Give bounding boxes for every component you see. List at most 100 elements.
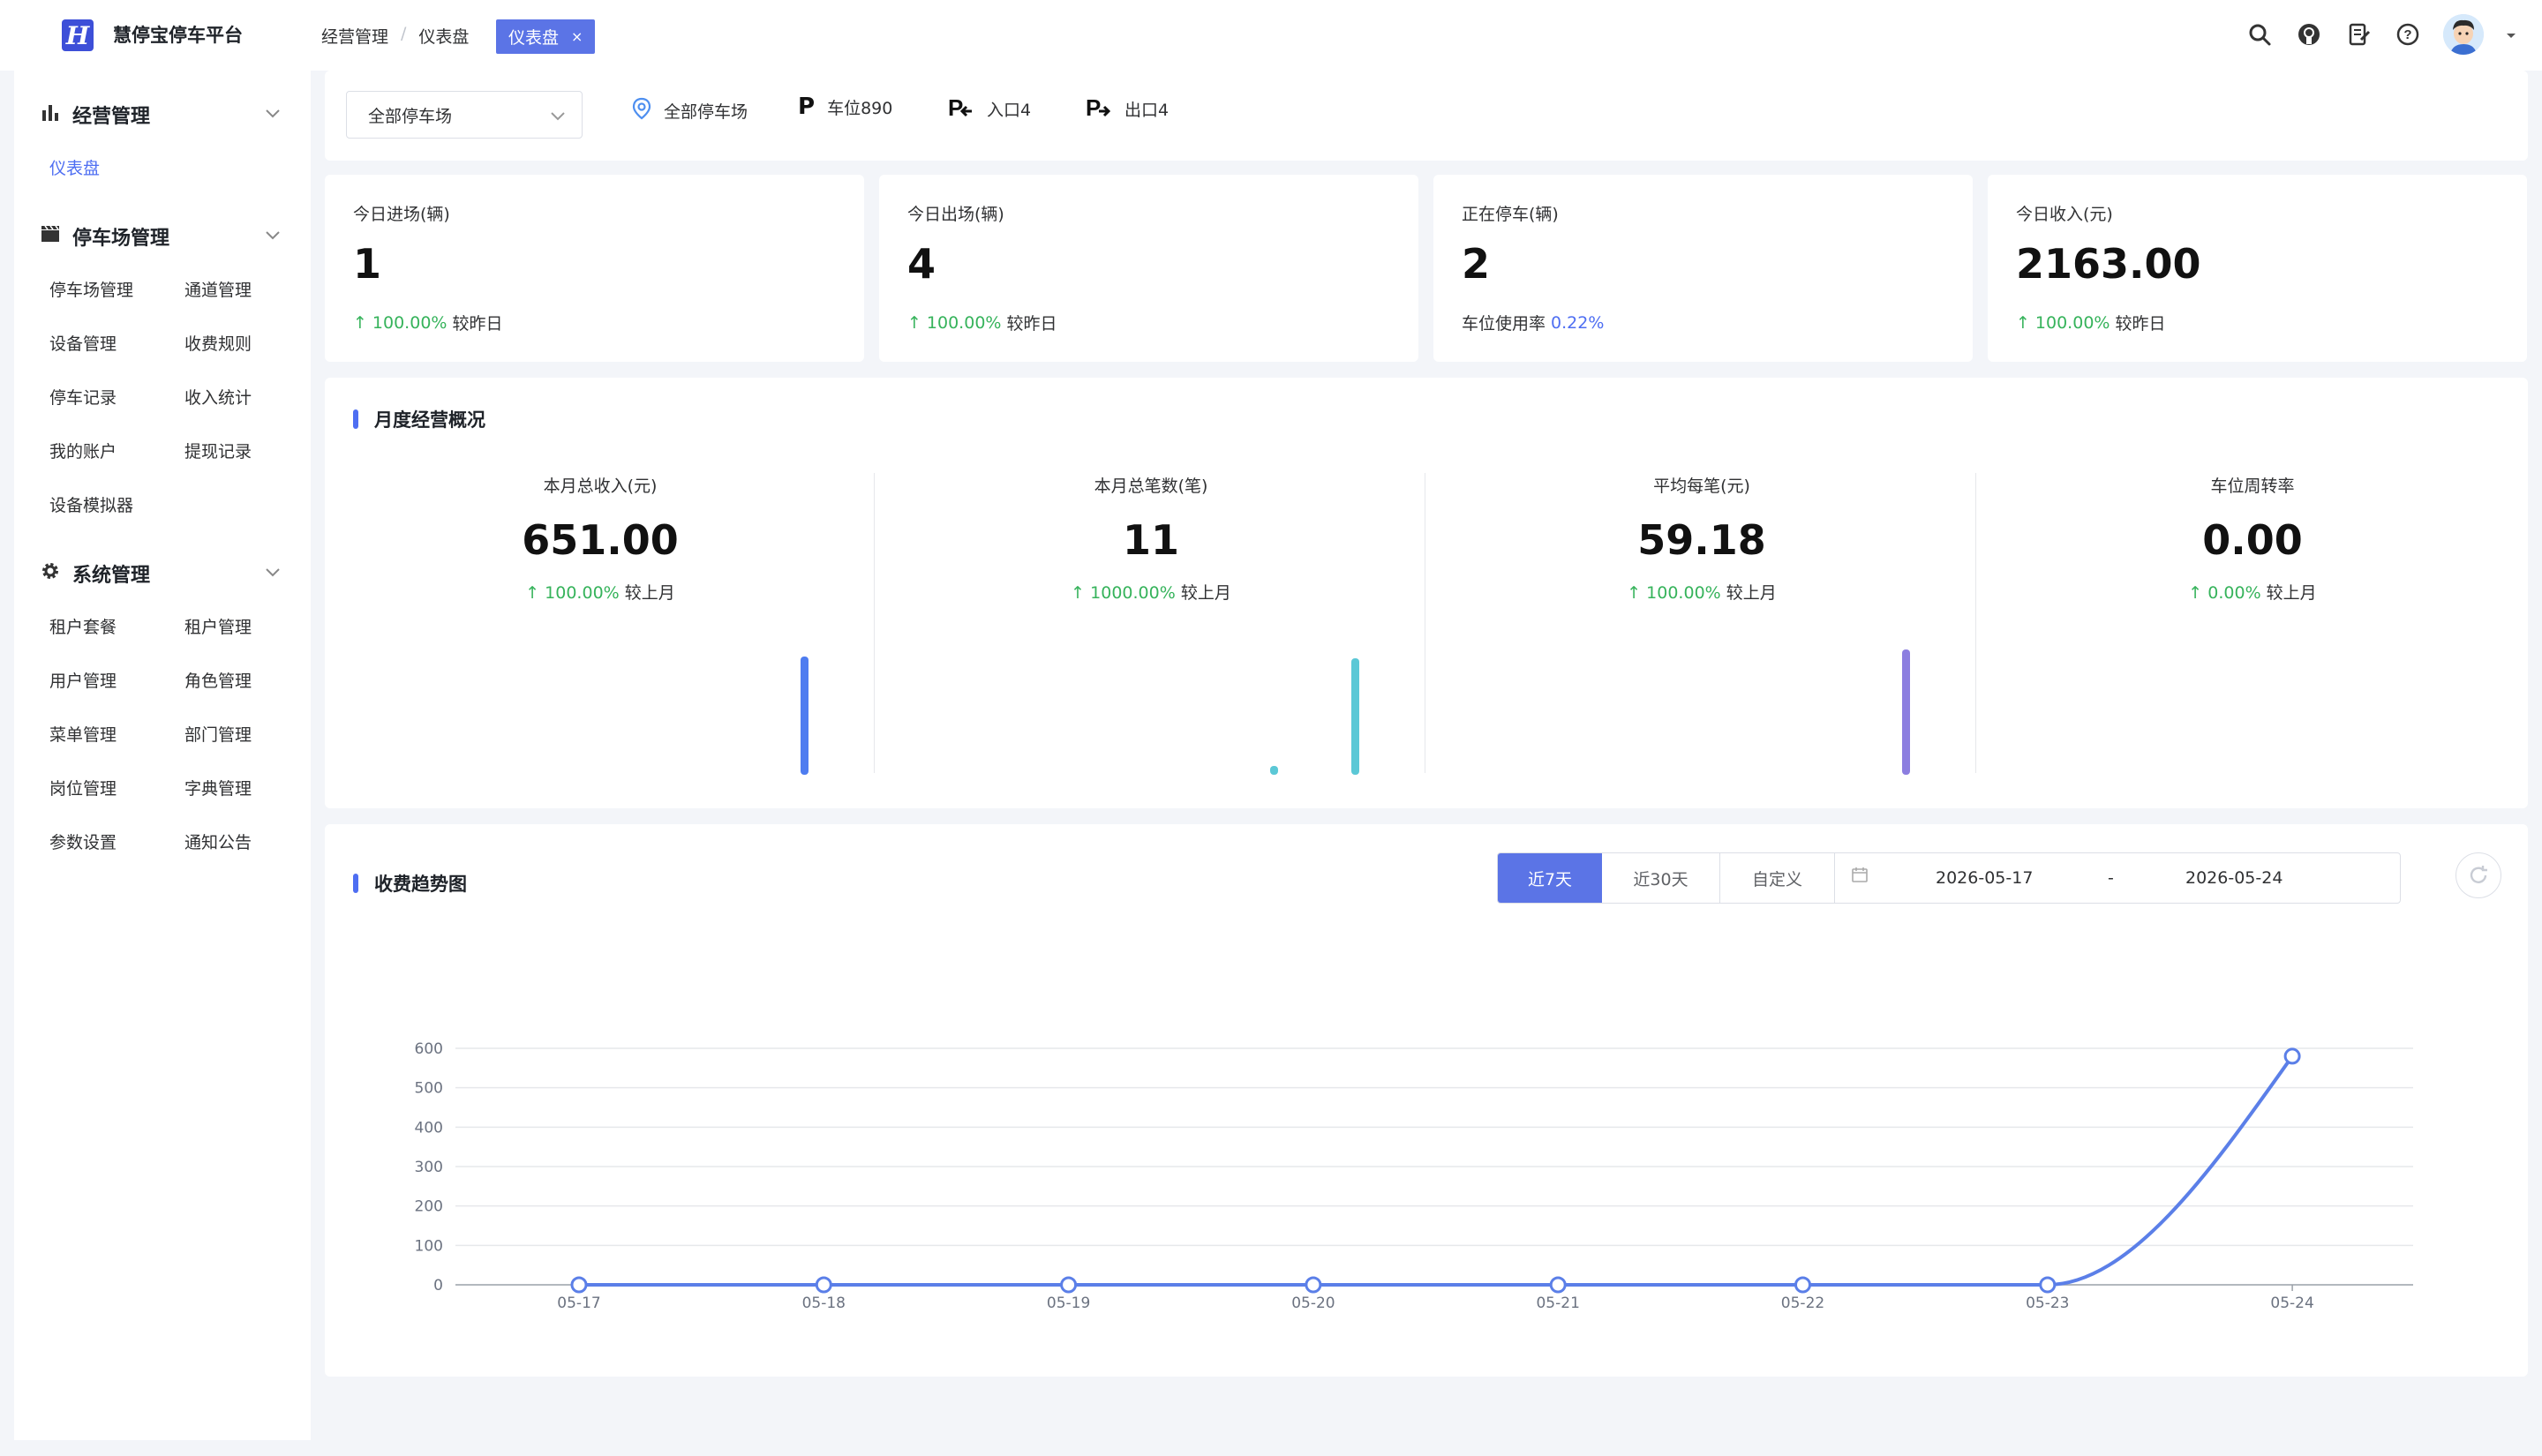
- breadcrumb-separator: /: [401, 24, 407, 43]
- gear-icon: [41, 561, 60, 586]
- app-logo-icon[interactable]: H: [62, 19, 94, 51]
- data-point: [1305, 1276, 1322, 1294]
- sparkline-bar-count: [1351, 658, 1359, 775]
- range-30days-button[interactable]: 近30天: [1602, 853, 1720, 903]
- metric-pct: 0.00%: [2207, 583, 2261, 603]
- stat-label: 今日出场(辆): [907, 205, 1004, 224]
- sidebar: 经营管理 仪表盘 停车场管理 停车场管理 通道管理 设备管理 收费规则 停车记录…: [14, 71, 311, 1440]
- sidebar-item-parking-lot[interactable]: 停车场管理: [49, 277, 133, 301]
- sidebar-item-post-management[interactable]: 岗位管理: [49, 776, 117, 799]
- metric-pct: 100.00%: [545, 583, 620, 603]
- sidebar-item-notices[interactable]: 通知公告: [184, 829, 252, 853]
- metric-label: 平均每笔(元): [1653, 477, 1750, 496]
- stat-suffix: 较昨日: [2115, 314, 2166, 334]
- metric-label: 本月总笔数(笔): [1094, 477, 1208, 496]
- x-tick-label: 05-20: [1291, 1295, 1335, 1312]
- x-tick-label: 05-18: [802, 1295, 846, 1312]
- column-divider: [874, 473, 875, 773]
- sidebar-item-tenant-management[interactable]: 租户管理: [184, 614, 252, 638]
- sidebar-item-dict-management[interactable]: 字典管理: [184, 776, 252, 799]
- range-7days-button[interactable]: 近7天: [1498, 853, 1602, 903]
- sidebar-item-dashboard[interactable]: 仪表盘: [49, 155, 100, 179]
- series-line: [579, 1054, 2294, 1287]
- breadcrumb-item-operations[interactable]: 经营管理: [321, 24, 388, 48]
- search-icon[interactable]: [2245, 20, 2274, 49]
- stat-value: 4: [907, 240, 936, 288]
- sidebar-item-fee-rules[interactable]: 收费规则: [184, 331, 252, 355]
- x-tick-label: 05-19: [1047, 1295, 1090, 1312]
- sidebar-item-dept-management[interactable]: 部门管理: [184, 722, 252, 746]
- metric-value: 0.00: [2202, 516, 2303, 564]
- metric-suffix: 较上月: [2266, 583, 2317, 603]
- parking-lot-select-value: 全部停车场: [368, 106, 453, 126]
- metric-value: 59.18: [1637, 516, 1766, 564]
- sidebar-item-income-stats[interactable]: 收入统计: [184, 385, 252, 409]
- sidebar-item-channel[interactable]: 通道管理: [184, 277, 252, 301]
- chevron-down-icon[interactable]: [265, 228, 281, 244]
- metric-pct: 100.00%: [1646, 583, 1721, 603]
- tab-close-icon[interactable]: ×: [571, 28, 583, 45]
- data-point: [2039, 1276, 2057, 1294]
- range-custom-button[interactable]: 自定义: [1720, 853, 1835, 903]
- y-tick-label: 500: [415, 1080, 443, 1098]
- date-start[interactable]: 2026-05-17: [1936, 868, 2033, 888]
- x-tick-label: 05-21: [1536, 1295, 1579, 1312]
- sidebar-item-role-management[interactable]: 角色管理: [184, 668, 252, 692]
- help-icon[interactable]: ?: [2394, 20, 2422, 49]
- monthly-overview: 月度经营概况 本月总收入(元) 651.00 ↑ 100.00% 较上月 本月总…: [325, 378, 2528, 808]
- clapper-icon: [41, 225, 60, 248]
- sidebar-group-parking[interactable]: 停车场管理: [41, 222, 169, 251]
- sidebar-item-parking-records[interactable]: 停车记录: [49, 385, 117, 409]
- metric-value: 651.00: [522, 516, 679, 564]
- stat-card-parking-now: 正在停车(辆) 2 车位使用率 0.22%: [1433, 175, 1973, 362]
- monthly-title: 月度经营概况: [353, 406, 485, 432]
- github-icon[interactable]: [2295, 20, 2323, 49]
- svg-text:?: ?: [2403, 27, 2411, 42]
- column-divider: [1975, 473, 1976, 773]
- avatar-dropdown-icon[interactable]: [2505, 26, 2517, 43]
- sidebar-item-param-settings[interactable]: 参数设置: [49, 829, 117, 853]
- refresh-icon[interactable]: [2456, 852, 2501, 898]
- sidebar-item-withdraw-records[interactable]: 提现记录: [184, 439, 252, 462]
- fee-trend-panel: 0 100 200 300 400 500 600 05-17 05-18 05-19 05-20 0…: [325, 824, 2528, 1377]
- date-end[interactable]: 2026-05-24: [2185, 868, 2283, 888]
- arrow-up-icon: ↑: [353, 312, 367, 333]
- trend-title-text: 收费趋势图: [374, 874, 467, 895]
- x-tick-label: 05-23: [2026, 1295, 2069, 1312]
- data-point: [1794, 1276, 1811, 1294]
- location-pin-icon: [632, 97, 651, 124]
- y-tick-label: 400: [415, 1119, 443, 1137]
- sidebar-item-device-simulator[interactable]: 设备模拟器: [49, 492, 133, 516]
- sidebar-group-system[interactable]: 系统管理: [41, 559, 150, 588]
- y-tick-label: 0: [433, 1277, 443, 1295]
- chevron-down-icon[interactable]: [265, 106, 281, 123]
- tab-dashboard[interactable]: 仪表盘 ×: [496, 19, 596, 54]
- sidebar-item-my-account[interactable]: 我的账户: [49, 439, 117, 462]
- chevron-down-icon[interactable]: [265, 565, 281, 582]
- stat-value: 2: [1462, 240, 1491, 288]
- stat-pct: 100.00%: [2034, 312, 2110, 333]
- svg-text:P: P: [948, 94, 963, 120]
- sidebar-item-user-management[interactable]: 用户管理: [49, 668, 117, 692]
- chevron-down-icon: [550, 107, 566, 126]
- metric-trend: ↑ 1000.00% 较上月: [876, 580, 1426, 604]
- sidebar-item-tenant-package[interactable]: 租户套餐: [49, 614, 117, 638]
- calendar-icon: [1851, 866, 1869, 888]
- stat-value: 1: [353, 240, 382, 288]
- stat-label: 今日进场(辆): [353, 205, 450, 224]
- sidebar-item-menu-management[interactable]: 菜单管理: [49, 722, 117, 746]
- parking-lot-select[interactable]: 全部停车场: [346, 91, 583, 139]
- stat-card-income: 今日收入(元) 2163.00 ↑ 100.00% 较昨日: [1988, 175, 2527, 362]
- title-accent-bar: [353, 874, 358, 893]
- document-icon[interactable]: [2344, 20, 2373, 49]
- sidebar-group-label: 停车场管理: [72, 228, 170, 250]
- user-avatar[interactable]: [2443, 14, 2484, 55]
- date-range-picker[interactable]: 2026-05-17 - 2026-05-24: [1835, 853, 2400, 903]
- sparkline-bar-average: [1902, 649, 1910, 775]
- sidebar-group-operations[interactable]: 经营管理: [41, 101, 150, 129]
- bar-chart-icon: [41, 103, 60, 126]
- arrow-up-icon: ↑: [1071, 583, 1086, 603]
- metric-pct: 1000.00%: [1090, 583, 1176, 603]
- stat-occupancy: 车位使用率 0.22%: [1462, 311, 1604, 334]
- sidebar-item-device[interactable]: 设备管理: [49, 331, 117, 355]
